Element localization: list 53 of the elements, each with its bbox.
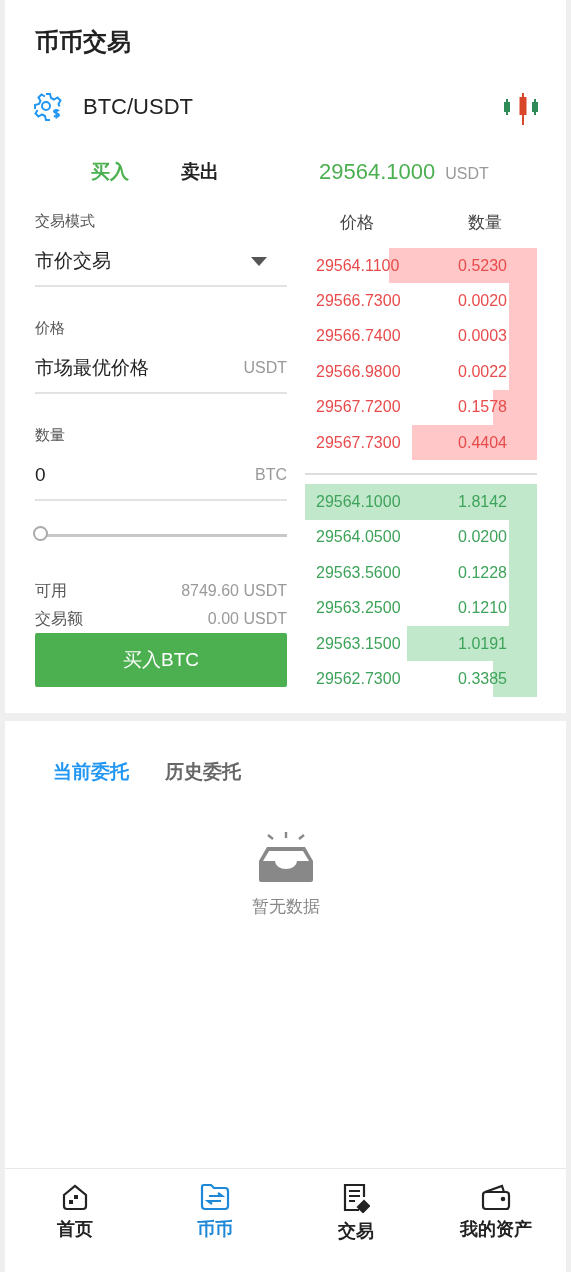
- bid-price: 29563.1500: [316, 634, 401, 653]
- bid-price: 29564.1000: [316, 493, 401, 512]
- ask-amount: 0.1578: [458, 398, 507, 417]
- ask-amount: 0.0020: [458, 292, 507, 311]
- ask-price: 29567.7300: [316, 433, 401, 452]
- bid-price: 29563.5600: [316, 563, 401, 582]
- settings-icon[interactable]: [33, 92, 63, 122]
- field-label: 交易模式: [35, 212, 95, 231]
- field-label: 数量: [35, 426, 65, 445]
- bid-price: 29562.7300: [316, 670, 401, 688]
- folder-arrows-icon: [200, 1183, 231, 1211]
- side-tab[interactable]: 卖出: [181, 159, 219, 185]
- ask-price: 29567.7200: [316, 398, 401, 417]
- bid-price: 29564.0500: [316, 528, 401, 547]
- ask-amount: 0.0003: [458, 327, 507, 346]
- nav-item[interactable]: 交易: [285, 1183, 426, 1243]
- bid-amount: 0.1228: [458, 563, 507, 582]
- last-price: 29564.1000: [319, 159, 436, 185]
- info-value: 8749.60 USDT: [181, 582, 287, 600]
- ask-amount: 0.4404: [458, 433, 507, 452]
- nav-item[interactable]: 首页: [5, 1183, 146, 1241]
- bid-amount: 0.3385: [458, 670, 507, 688]
- ask-price: 29564.1100: [316, 256, 400, 275]
- ask-price: 29566.9800: [316, 362, 401, 381]
- column-header: 数量: [468, 212, 502, 234]
- bid-amount: 0.1210: [458, 599, 507, 618]
- empty-message: 暂无数据: [251, 895, 320, 918]
- wallet-icon: [480, 1183, 511, 1211]
- ask-amount: 0.5230: [458, 256, 507, 275]
- bid-price: 29563.2500: [316, 599, 401, 618]
- info-label: 交易额: [35, 608, 83, 629]
- trading-pair: BTC/USDT: [83, 94, 194, 120]
- nav-item[interactable]: 我的资产: [425, 1183, 566, 1241]
- page-title: 币币交易: [35, 27, 131, 57]
- column-header: 价格: [340, 212, 374, 234]
- bid-amount: 0.0200: [458, 528, 507, 547]
- order-tab[interactable]: 历史委托: [165, 758, 241, 785]
- home-icon: [61, 1183, 90, 1211]
- bid-amount: 1.0191: [458, 634, 507, 653]
- mode-select[interactable]: 市价交易: [35, 237, 287, 287]
- ask-amount: 0.0022: [458, 362, 507, 381]
- ask-price: 29566.7400: [316, 327, 401, 346]
- info-label: 可用: [35, 580, 67, 601]
- caret-icon: [251, 256, 267, 266]
- document-pen-icon: [341, 1183, 370, 1213]
- ask-price: 29566.7300: [316, 292, 401, 311]
- price-unit: USDT: [445, 165, 489, 183]
- field-label: 价格: [35, 319, 65, 338]
- price-field[interactable]: 市场最优价格 USDT: [35, 344, 287, 394]
- info-value: 0.00 USDT: [207, 610, 287, 628]
- bid-amount: 1.8142: [458, 493, 507, 512]
- nav-item[interactable]: 币币: [145, 1183, 286, 1241]
- amount-field[interactable]: 0 BTC: [35, 451, 287, 501]
